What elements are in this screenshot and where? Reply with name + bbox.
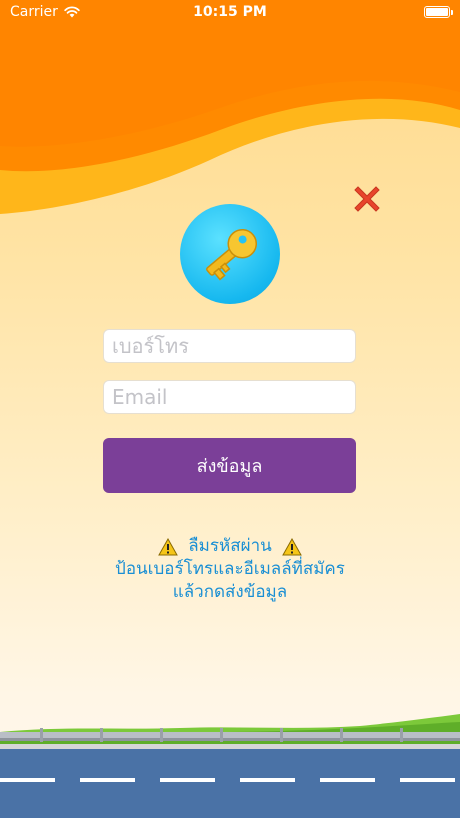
warning-icon xyxy=(281,537,302,555)
phone-input[interactable] xyxy=(103,329,356,363)
close-icon xyxy=(354,186,380,212)
message-title: ลืมรหัสผ่าน xyxy=(188,536,272,556)
message-title-row: ลืมรหัสผ่าน xyxy=(0,535,460,558)
forgot-password-message: ลืมรหัสผ่าน ป้อนเบอร์โทรและอีเมลล์ที่สมั… xyxy=(0,535,460,604)
close-button[interactable] xyxy=(348,180,386,218)
battery-fill xyxy=(426,8,448,16)
road-illustration xyxy=(0,714,460,818)
carrier-info: Carrier xyxy=(10,4,80,20)
warning-icon xyxy=(158,537,179,555)
submit-button[interactable]: ส่งข้อมูล xyxy=(103,438,356,493)
message-line-1: ป้อนเบอร์โทรและอีเมลล์ที่สมัคร xyxy=(115,559,345,579)
message-line-2: แล้วกดส่งข้อมูล xyxy=(172,582,288,602)
status-bar: Carrier 10:15 PM xyxy=(0,0,460,24)
key-icon xyxy=(206,228,258,281)
email-input[interactable] xyxy=(103,380,356,414)
carrier-label: Carrier xyxy=(10,4,58,20)
wifi-icon xyxy=(64,6,80,18)
key-avatar xyxy=(180,204,280,304)
battery-icon xyxy=(424,6,453,18)
